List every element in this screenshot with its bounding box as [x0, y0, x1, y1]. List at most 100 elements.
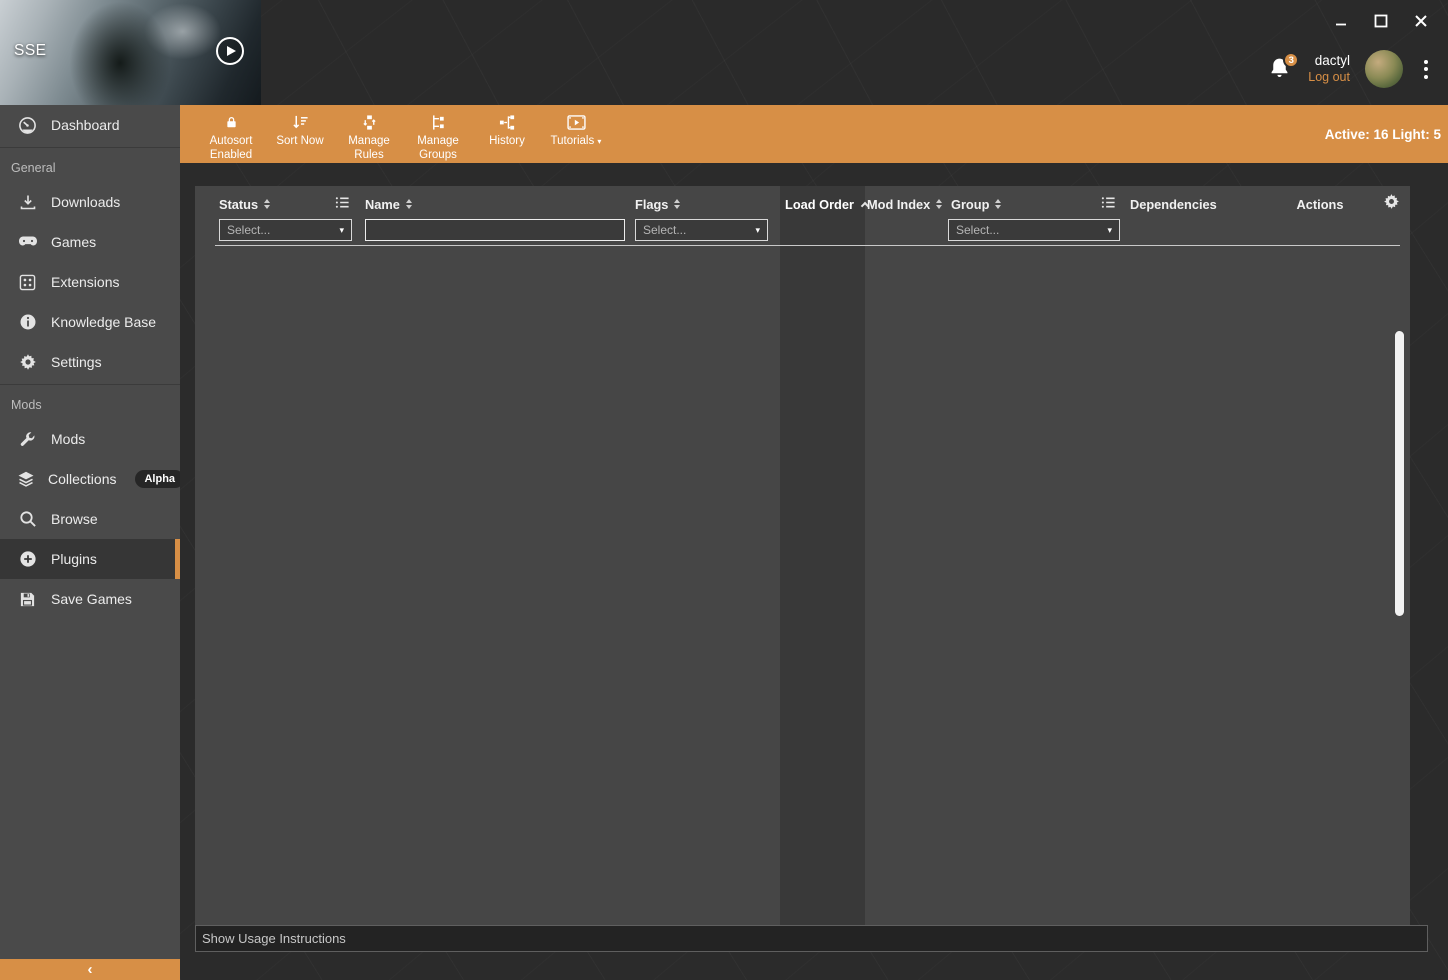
- column-header-group[interactable]: Group: [951, 194, 1001, 214]
- username: dactyl: [1308, 53, 1350, 70]
- lock-icon: [225, 113, 238, 131]
- history-icon: [499, 113, 516, 131]
- sort-icons: [264, 199, 270, 209]
- column-header-actions: Actions: [1235, 194, 1405, 214]
- avatar[interactable]: [1365, 50, 1403, 88]
- play-button[interactable]: [216, 37, 244, 65]
- game-banner[interactable]: SSE: [0, 0, 261, 105]
- sidebar-item-label: Dashboard: [51, 117, 120, 133]
- sidebar-item-label: Plugins: [51, 551, 97, 567]
- toolbar-tutorials[interactable]: Tutorials ▾: [547, 113, 605, 163]
- sidebar-item-label: Settings: [51, 354, 102, 370]
- sidebar-collapse-button[interactable]: ‹: [0, 959, 180, 980]
- close-icon: [1414, 14, 1428, 28]
- chevron-down-icon: ▾: [597, 137, 601, 146]
- column-header-name[interactable]: Name: [365, 194, 412, 214]
- toolbar-autosort-enabled[interactable]: Autosort Enabled: [202, 113, 260, 163]
- sidebar-section-general: General: [0, 150, 180, 182]
- table-scrollbar[interactable]: [1395, 331, 1404, 616]
- plugins-toolbar: Autosort EnabledSort NowManage RulesMana…: [180, 105, 1448, 163]
- vortex-window: SSE 3 dactyl: [0, 0, 1448, 980]
- column-header-dependencies: Dependencies: [1130, 194, 1217, 214]
- toolbar-history[interactable]: History: [478, 113, 536, 163]
- maximize-button[interactable]: [1370, 10, 1392, 32]
- main-content: Status Name Flags Load Order Mod Index: [180, 163, 1448, 980]
- chevron-down-icon: ▾: [1107, 225, 1112, 236]
- sidebar-item-knowledge-base[interactable]: Knowledge Base: [0, 302, 180, 342]
- sorted-column-highlight: [780, 186, 865, 925]
- column-header-flags[interactable]: Flags: [635, 194, 680, 214]
- show-usage-instructions[interactable]: Show Usage Instructions: [195, 925, 1428, 952]
- table-settings-gear-icon[interactable]: [1383, 193, 1400, 215]
- sidebar-item-save-games[interactable]: Save Games: [0, 579, 180, 619]
- chevron-down-icon: ▾: [339, 225, 344, 236]
- group-filter-select[interactable]: Select...▾: [948, 219, 1120, 241]
- status-column-options-icon[interactable]: [335, 195, 350, 215]
- name-filter-input[interactable]: [365, 219, 625, 241]
- dashboard-icon: [17, 116, 38, 135]
- game-label: SSE: [14, 42, 47, 60]
- minimize-button[interactable]: [1330, 10, 1352, 32]
- flags-filter-select[interactable]: Select...▾: [635, 219, 768, 241]
- wrench-icon: [17, 431, 38, 448]
- toolbar-sort-now[interactable]: Sort Now: [271, 113, 329, 163]
- sidebar-section-mods: Mods: [0, 387, 180, 419]
- active-summary: Active: 16 Light: 5: [1325, 105, 1441, 163]
- close-button[interactable]: [1410, 10, 1432, 32]
- save-icon: [17, 591, 38, 608]
- sidebar-item-extensions[interactable]: Extensions: [0, 262, 180, 302]
- sidebar-item-label: Downloads: [51, 194, 120, 210]
- sidebar-item-settings[interactable]: Settings: [0, 342, 180, 382]
- sidebar: Dashboard General Downloads Games Extensions…: [0, 105, 180, 980]
- maximize-icon: [1374, 14, 1388, 28]
- column-header-load-order[interactable]: Load Order: [785, 194, 868, 214]
- toolbar-buttons: Autosort EnabledSort NowManage RulesMana…: [202, 113, 605, 163]
- sidebar-item-label: Collections: [48, 471, 116, 487]
- toolbar-manage-rules[interactable]: Manage Rules: [340, 113, 398, 163]
- sort-icon: [292, 113, 309, 131]
- sidebar-item-collections[interactable]: CollectionsAlpha: [0, 459, 180, 499]
- play-icon: [227, 46, 236, 56]
- sidebar-item-mods[interactable]: Mods: [0, 419, 180, 459]
- chevron-down-icon: ▾: [755, 225, 760, 236]
- extensions-icon: [17, 274, 38, 291]
- tutorials-icon: [567, 113, 586, 131]
- sidebar-item-plugins[interactable]: Plugins: [0, 539, 180, 579]
- status-filter-select[interactable]: Select...▾: [219, 219, 352, 241]
- chevron-left-icon: ‹: [88, 961, 93, 979]
- window-controls: [1330, 10, 1432, 32]
- notifications-button[interactable]: 3: [1267, 55, 1293, 83]
- sidebar-nav: Dashboard General Downloads Games Extensions…: [0, 105, 180, 619]
- sidebar-item-label: Extensions: [51, 274, 119, 290]
- sidebar-item-label: Save Games: [51, 591, 132, 607]
- notification-badge: 3: [1283, 52, 1299, 68]
- sidebar-item-label: Knowledge Base: [51, 314, 156, 330]
- info-icon: [17, 313, 38, 331]
- rules-icon: [361, 113, 378, 131]
- sort-icons: [406, 199, 412, 209]
- minimize-icon: [1334, 14, 1348, 28]
- plus-circle-icon: [17, 550, 38, 568]
- column-header-status[interactable]: Status: [219, 194, 270, 214]
- sidebar-item-games[interactable]: Games: [0, 222, 180, 262]
- user-area: 3 dactyl Log out: [1267, 50, 1434, 88]
- sort-icons: [936, 199, 942, 209]
- group-column-options-icon[interactable]: [1101, 195, 1116, 215]
- download-icon: [17, 193, 38, 211]
- sidebar-item-label: Games: [51, 234, 96, 250]
- plugin-table: Status Name Flags Load Order Mod Index: [195, 186, 1410, 925]
- sidebar-item-browse[interactable]: Browse: [0, 499, 180, 539]
- column-header-mod-index[interactable]: Mod Index: [867, 194, 942, 214]
- logout-link[interactable]: Log out: [1308, 70, 1350, 86]
- sidebar-item-dashboard[interactable]: Dashboard: [0, 105, 180, 145]
- toolbar-manage-groups[interactable]: Manage Groups: [409, 113, 467, 163]
- sidebar-item-label: Mods: [51, 431, 85, 447]
- sort-icons: [674, 199, 680, 209]
- alpha-badge: Alpha: [135, 470, 184, 488]
- overflow-menu-button[interactable]: [1418, 56, 1434, 83]
- sidebar-item-downloads[interactable]: Downloads: [0, 182, 180, 222]
- groups-icon: [430, 113, 447, 131]
- search-icon: [17, 510, 38, 528]
- sidebar-item-label: Browse: [51, 511, 98, 527]
- gear-icon: [17, 353, 38, 371]
